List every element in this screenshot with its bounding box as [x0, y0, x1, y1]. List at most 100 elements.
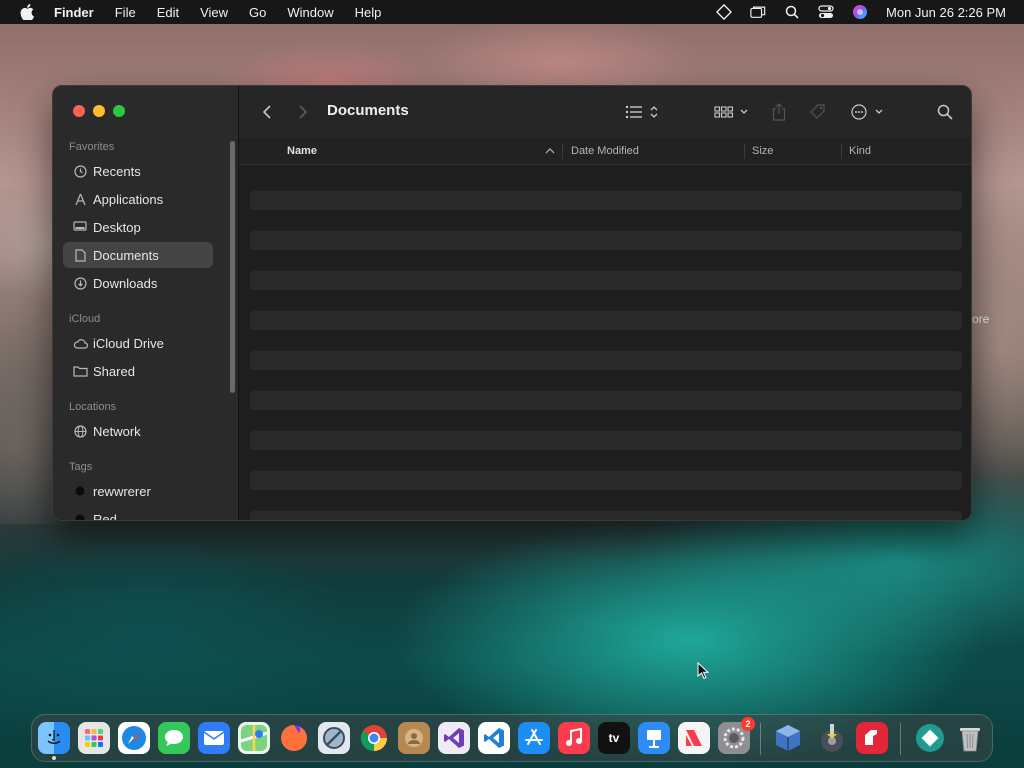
menu-help[interactable]: Help [355, 5, 382, 20]
messages-icon[interactable] [158, 722, 190, 754]
minimize-button[interactable] [93, 105, 105, 117]
toolbar: Documents [239, 86, 971, 138]
running-indicator [52, 756, 56, 760]
sidebar-item-downloads[interactable]: Downloads [63, 270, 213, 296]
menu-file[interactable]: File [115, 5, 136, 20]
column-divider[interactable] [562, 144, 563, 159]
diamond-app-icon[interactable] [914, 722, 946, 754]
empty-row-stripe [250, 351, 962, 370]
virtualbox-icon[interactable] [772, 722, 804, 754]
cloud-icon [71, 338, 89, 349]
dock-separator [760, 723, 761, 755]
empty-row-stripe [250, 391, 962, 410]
back-button[interactable] [259, 102, 275, 122]
siri-icon[interactable] [852, 4, 868, 20]
zoom-button[interactable] [113, 105, 125, 117]
empty-row-stripe [250, 311, 962, 330]
sort-ascending-icon[interactable] [545, 146, 555, 158]
menu-edit[interactable]: Edit [157, 5, 179, 20]
notification-badge: 2 [741, 717, 755, 731]
column-kind[interactable]: Kind [849, 145, 871, 157]
forward-button[interactable] [295, 102, 311, 122]
vscode-icon[interactable] [478, 722, 510, 754]
group-by-button[interactable] [713, 102, 751, 122]
column-name[interactable]: Name [287, 145, 317, 157]
safari-icon[interactable] [118, 722, 150, 754]
column-header: Name Date Modified Size Kind [239, 138, 971, 165]
window-controls [73, 105, 125, 117]
desktop-item-label[interactable]: ore [972, 312, 989, 326]
blocked-icon[interactable] [318, 722, 350, 754]
column-size[interactable]: Size [752, 145, 773, 157]
apple-tv-icon[interactable]: tv [598, 722, 630, 754]
maps-icon[interactable] [238, 722, 270, 754]
finder-icon[interactable] [38, 722, 70, 760]
control-center-icon[interactable] [818, 4, 834, 20]
music-icon[interactable] [558, 722, 590, 754]
clock[interactable]: Mon Jun 26 2:26 PM [886, 5, 1006, 20]
chrome-icon[interactable] [358, 722, 390, 754]
search-icon[interactable] [935, 102, 955, 122]
sidebar-scrollbar[interactable] [230, 141, 235, 393]
tag-dot-icon [71, 514, 89, 520]
column-divider[interactable] [744, 144, 745, 159]
disk-utility-icon[interactable] [816, 722, 848, 754]
sidebar-item-label: Network [93, 423, 141, 439]
applications-icon [71, 193, 89, 206]
sidebar-item-label: Shared [93, 363, 135, 379]
tag-icon[interactable] [807, 101, 829, 123]
section-tags: Tags [69, 461, 93, 473]
column-date-modified[interactable]: Date Modified [571, 145, 639, 157]
globe-icon [71, 424, 89, 438]
launchpad-icon[interactable] [78, 722, 110, 754]
menu-window[interactable]: Window [287, 5, 333, 20]
list-view-button[interactable] [623, 102, 663, 122]
document-icon [71, 248, 89, 262]
window-title: Documents [327, 102, 409, 119]
section-favorites: Favorites [69, 141, 115, 153]
sidebar: Favorites Recents Applications Desktop D… [53, 86, 239, 520]
tag-dot-icon [71, 486, 89, 496]
sidebar-item-label: Downloads [93, 275, 158, 291]
sidebar-item-icloud-drive[interactable]: iCloud Drive [63, 330, 213, 356]
sidebar-item-recents[interactable]: Recents [63, 158, 213, 184]
empty-row-stripe [250, 191, 962, 210]
keynote-icon[interactable] [638, 722, 670, 754]
sidebar-item-label: Red [93, 511, 117, 521]
shared-folder-icon [71, 365, 89, 377]
sidebar-item-applications[interactable]: Applications [63, 186, 213, 212]
sidebar-tag-red[interactable]: Red [63, 506, 213, 521]
empty-row-stripe [250, 511, 962, 520]
menu-app-name[interactable]: Finder [54, 5, 94, 20]
trash-icon[interactable] [954, 722, 986, 754]
mail-icon[interactable] [198, 722, 230, 754]
empty-row-stripe [250, 271, 962, 290]
sidebar-item-label: Applications [93, 191, 164, 207]
clock-icon [71, 164, 89, 178]
settings-icon[interactable]: 2 [718, 717, 755, 754]
windows-icon[interactable] [750, 4, 766, 20]
firefox-icon[interactable] [278, 722, 310, 754]
parallels-icon[interactable] [856, 722, 888, 754]
column-divider[interactable] [841, 144, 842, 159]
close-button[interactable] [73, 105, 85, 117]
sidebar-item-documents[interactable]: Documents [63, 242, 213, 268]
menu-go[interactable]: Go [249, 5, 266, 20]
contacts-icon[interactable] [398, 722, 430, 754]
apple-menu-icon[interactable] [18, 4, 36, 20]
sidebar-tag-rewwrerer[interactable]: rewwrerer [63, 478, 213, 504]
share-icon[interactable] [769, 101, 789, 123]
finder-window: Favorites Recents Applications Desktop D… [52, 85, 972, 521]
sidebar-item-desktop[interactable]: Desktop [63, 214, 213, 240]
menu-bar: Finder File Edit View Go Window Help Mon… [0, 0, 1024, 24]
news-icon[interactable] [678, 722, 710, 754]
more-actions-button[interactable] [849, 102, 887, 122]
menu-view[interactable]: View [200, 5, 228, 20]
spotlight-search-icon[interactable] [784, 4, 800, 20]
visual-studio-icon[interactable] [438, 722, 470, 754]
app-store-icon[interactable] [518, 722, 550, 754]
apple-tv-label: tv [608, 731, 620, 745]
diamond-icon[interactable] [716, 4, 733, 20]
sidebar-item-shared[interactable]: Shared [63, 358, 213, 384]
sidebar-item-network[interactable]: Network [63, 418, 213, 444]
